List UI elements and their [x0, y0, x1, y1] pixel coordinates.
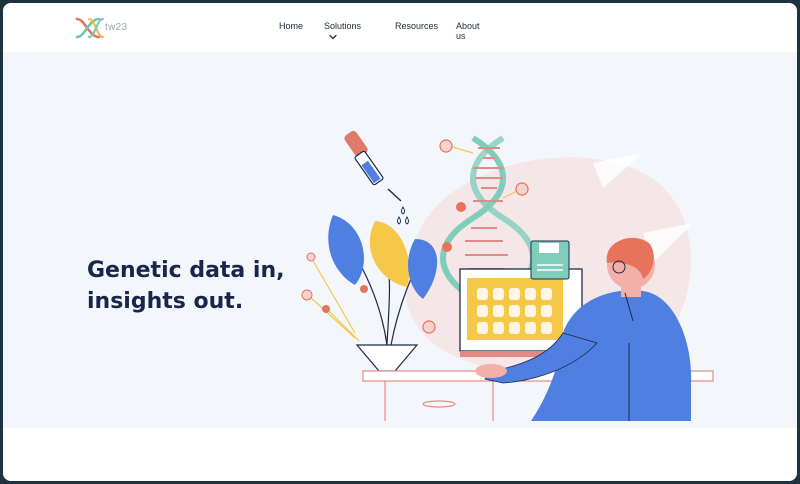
site-header: tw23 Home Solutions Resources About us: [3, 3, 797, 52]
hero-headline: Genetic data in, insights out.: [87, 255, 317, 317]
hero-headline-line-2: insights out.: [87, 288, 244, 314]
hero-headline-line-1: Genetic data in,: [87, 257, 285, 283]
scientist-illustration: [301, 130, 714, 421]
chevron-down-icon: [329, 34, 337, 40]
pipette-icon: [344, 130, 409, 225]
nav-resources[interactable]: Resources: [395, 21, 438, 31]
nav-solutions-label: Solutions: [324, 21, 362, 31]
nav-solutions[interactable]: Solutions: [324, 21, 361, 41]
browser-page: tw23 Home Solutions Resources About us G…: [3, 3, 797, 481]
nav-about-us[interactable]: About us: [456, 21, 480, 41]
nav-home[interactable]: Home: [279, 21, 303, 31]
brand-name[interactable]: tw23: [105, 22, 127, 33]
page-footer-band: [3, 428, 797, 481]
